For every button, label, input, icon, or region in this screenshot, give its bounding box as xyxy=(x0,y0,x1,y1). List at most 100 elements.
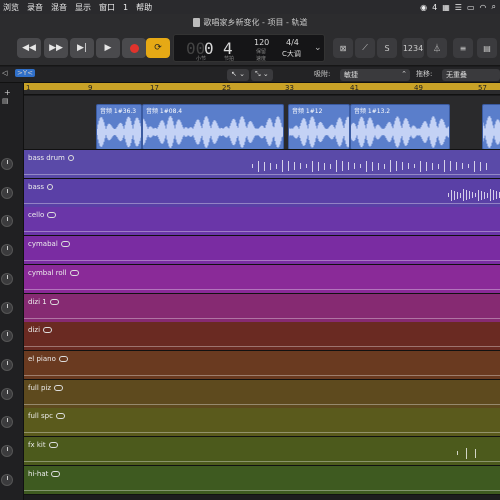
replace-button[interactable]: ⊠ xyxy=(333,38,353,58)
menu-help[interactable]: 帮助 xyxy=(131,2,157,13)
waveform-graphic xyxy=(143,116,283,148)
volume-knob[interactable] xyxy=(1,359,13,371)
track-row[interactable]: cymabal xyxy=(24,236,500,265)
volume-knob[interactable] xyxy=(1,302,13,314)
record-button[interactable] xyxy=(122,38,146,58)
loop-icon[interactable] xyxy=(69,270,79,276)
region-baseline xyxy=(24,404,500,405)
track-row[interactable]: hi-hat xyxy=(24,466,500,495)
loop-icon[interactable] xyxy=(43,327,53,333)
loop-icon[interactable] xyxy=(58,356,68,362)
battery-icon[interactable]: ▭ xyxy=(467,3,475,12)
solo-button[interactable]: S xyxy=(377,38,397,58)
logic-window: 浏览 录音 混音 显示 窗口 1 帮助 ◉ 4 ▦ ☰ ▭ ◠ ⌕ 歌唱家乡新变… xyxy=(0,0,500,500)
command-tool-menu[interactable]: ⤡ ⌄ xyxy=(251,69,273,81)
track-name-label: full piz xyxy=(28,384,52,392)
menu-window[interactable]: 窗口 xyxy=(94,2,120,13)
loop-icon[interactable] xyxy=(49,299,59,305)
volume-knob[interactable] xyxy=(1,273,13,285)
volume-knob[interactable] xyxy=(1,330,13,342)
tuner-button[interactable]: ⟋ xyxy=(355,38,375,58)
volume-knob[interactable] xyxy=(1,388,13,400)
lcd-time-signature: 4/4 xyxy=(286,38,299,47)
track-name-label: el piano xyxy=(28,355,56,363)
play-icon: ▶ xyxy=(104,43,112,53)
loop-icon[interactable] xyxy=(67,155,74,161)
menu-icon[interactable]: ☰ xyxy=(455,3,462,12)
loop-icon[interactable] xyxy=(54,385,64,391)
chevron-down-icon[interactable]: ⌄ xyxy=(314,43,322,53)
snap-label: 吸附: xyxy=(314,70,331,78)
region-baseline xyxy=(24,289,500,290)
track-row[interactable]: full spc xyxy=(24,408,500,437)
loop-icon[interactable] xyxy=(47,212,57,218)
track-row[interactable]: dizi 1 xyxy=(24,294,500,323)
track-row[interactable]: fx kit xyxy=(24,437,500,466)
audio-region-2[interactable]: 音频 1#08.4 xyxy=(142,104,284,149)
metronome-button[interactable]: ⏃ xyxy=(427,38,447,58)
go-to-start-button[interactable]: ▶| xyxy=(70,38,94,58)
forward-button[interactable]: ▶▶ xyxy=(44,38,68,58)
audio-region-3[interactable]: 音频 1#12 xyxy=(288,104,350,149)
volume-knob[interactable] xyxy=(1,215,13,227)
volume-knob[interactable] xyxy=(1,445,13,457)
replace-icon: ⊠ xyxy=(339,43,347,53)
loop-icon[interactable] xyxy=(55,413,65,419)
document-icon xyxy=(192,17,200,27)
menu-mix[interactable]: 混音 xyxy=(46,2,72,13)
library-icon: ▤ xyxy=(483,43,491,53)
loop-icon[interactable] xyxy=(51,471,61,477)
collapse-icon[interactable]: ◁ xyxy=(2,69,7,77)
play-button[interactable]: ▶ xyxy=(96,38,120,58)
loop-icon[interactable] xyxy=(48,442,58,448)
menu-display[interactable]: 显示 xyxy=(70,2,96,13)
library-button[interactable]: ▤ xyxy=(477,38,497,58)
track-name: full piz xyxy=(28,384,64,392)
snap-value: 敏捷 xyxy=(344,71,358,79)
track-name: cymbal roll xyxy=(28,269,79,277)
loop-icon[interactable] xyxy=(47,184,54,190)
count-in-button[interactable]: 1234 xyxy=(402,38,424,58)
track-row[interactable]: bass xyxy=(24,179,500,208)
menu-record[interactable]: 录音 xyxy=(22,2,48,13)
track-row[interactable]: cymbal roll xyxy=(24,265,500,294)
track-list-icon[interactable]: ▤ xyxy=(2,97,9,105)
track-row[interactable]: cello xyxy=(24,207,500,236)
keyboard-icon[interactable]: ▦ xyxy=(442,3,450,12)
track-name: dizi xyxy=(28,326,53,334)
track-row[interactable]: el piano xyxy=(24,351,500,380)
pointer-tool-menu[interactable]: ↖ ⌄ xyxy=(227,69,249,81)
add-track-icon[interactable]: + xyxy=(4,88,11,97)
wechat-icon[interactable]: ◉ xyxy=(420,3,427,12)
volume-knob[interactable] xyxy=(1,187,13,199)
lcd-display[interactable]: 00 0 4 小节 节拍 120 保留 速度 4/4 C大调 ⌄ xyxy=(173,34,325,62)
volume-knob[interactable] xyxy=(1,474,13,486)
ruler-bar-25: 25 xyxy=(222,84,231,92)
track-row[interactable]: full piz xyxy=(24,380,500,409)
audio-region-1[interactable]: 音频 1#36.3 xyxy=(96,104,142,149)
cycle-button[interactable]: ⟳ xyxy=(146,38,170,58)
rewind-button[interactable]: ◀◀ xyxy=(17,38,41,58)
cycle-range[interactable] xyxy=(24,83,500,90)
menu-view[interactable]: 浏览 xyxy=(0,2,24,13)
loop-icon[interactable] xyxy=(60,241,70,247)
lcd-mode-button[interactable]: ≡ xyxy=(453,38,473,58)
drag-select[interactable]: 无重叠 xyxy=(442,69,500,81)
control-bar: ◀◀ ▶▶ ▶| ▶ ⟳ 00 0 4 小节 节拍 120 保留 速度 4/4 … xyxy=(0,30,500,66)
snap-select[interactable]: 敏捷 ⌃ xyxy=(340,69,410,81)
catch-playhead-icon[interactable]: >Y< xyxy=(15,69,36,77)
volume-knob[interactable] xyxy=(1,244,13,256)
search-icon[interactable]: ⌕ xyxy=(492,2,496,12)
volume-knob[interactable] xyxy=(1,416,13,428)
lcd-beat-label: 节拍 xyxy=(224,56,235,62)
audio-region-5[interactable] xyxy=(482,104,500,149)
track-row[interactable]: dizi xyxy=(24,322,500,351)
audio-region-4[interactable]: 音频 1#13.2 xyxy=(350,104,450,149)
wifi-icon[interactable]: ◠ xyxy=(480,3,487,12)
lcd-tempo: 120 xyxy=(254,38,270,47)
chevron-updown-icon: ⌃ xyxy=(401,70,407,78)
lcd-tempo-label2: 速度 xyxy=(256,56,267,62)
track-row[interactable]: bass drum xyxy=(24,150,500,179)
ruler-bar-33: 33 xyxy=(285,84,294,92)
volume-knob[interactable] xyxy=(1,158,13,170)
